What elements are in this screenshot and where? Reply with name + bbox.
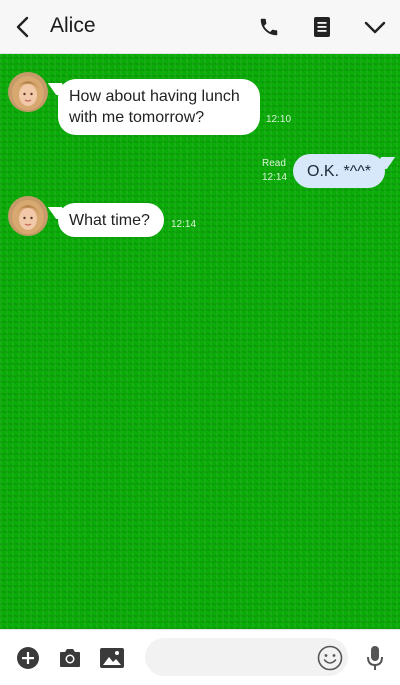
chat-header: Alice <box>0 0 400 54</box>
message-timestamp: 12:14 <box>262 172 288 183</box>
message-text: What time? <box>69 212 150 229</box>
emoji-icon[interactable] <box>315 630 345 685</box>
notes-icon[interactable] <box>307 0 337 54</box>
read-receipt: Read <box>262 158 286 169</box>
message-text-line: How about having lunch <box>69 88 240 105</box>
contact-name: Alice <box>50 14 96 37</box>
contact-avatar[interactable] <box>8 72 48 112</box>
phone-icon[interactable] <box>254 0 284 54</box>
outgoing-message-bubble[interactable]: O.K. *^^* <box>293 154 385 188</box>
chevron-down-icon[interactable] <box>360 0 390 54</box>
message-text: O.K. *^^* <box>307 163 371 180</box>
message-timestamp: 12:10 <box>266 114 292 125</box>
message-text-line: with me tomorrow? <box>69 109 205 126</box>
add-icon[interactable] <box>14 630 42 685</box>
incoming-message-bubble[interactable]: How about having lunch with me tomorrow? <box>58 79 260 135</box>
back-arrow-icon[interactable] <box>8 0 38 54</box>
message-input-bar <box>0 629 400 684</box>
message-timestamp: 12:14 <box>171 219 197 230</box>
microphone-icon[interactable] <box>362 630 388 685</box>
contact-avatar[interactable] <box>8 196 48 236</box>
image-icon[interactable] <box>98 630 126 685</box>
chat-area[interactable]: How about having lunch with me tomorrow?… <box>0 54 400 629</box>
incoming-message-bubble[interactable]: What time? <box>58 203 164 237</box>
camera-icon[interactable] <box>56 630 84 685</box>
